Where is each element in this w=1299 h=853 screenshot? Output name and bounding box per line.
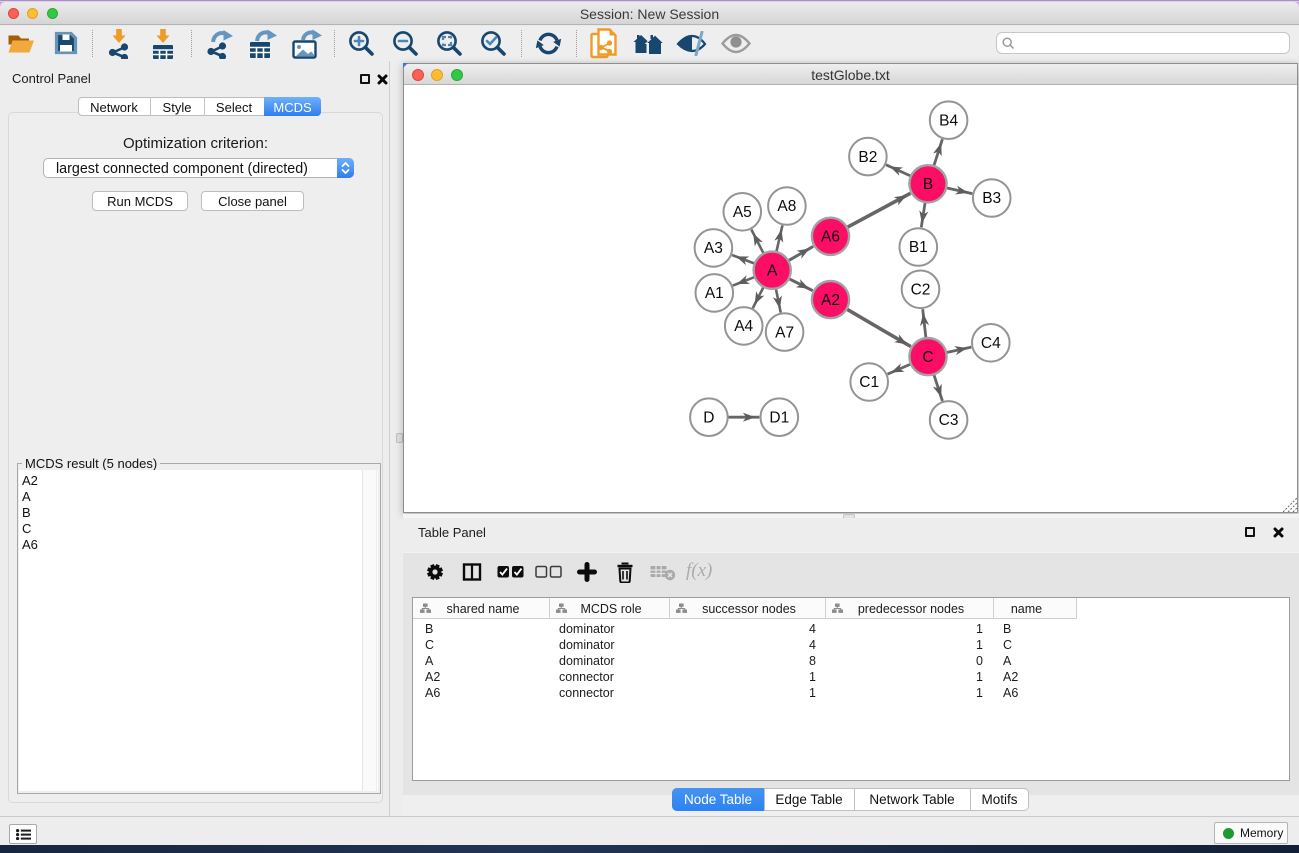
svg-text:C: C	[922, 349, 933, 366]
svg-text:A: A	[767, 262, 778, 279]
svg-text:C2: C2	[911, 282, 931, 299]
svg-text:A2: A2	[821, 292, 840, 309]
svg-text:A3: A3	[704, 240, 723, 257]
svg-text:A6: A6	[821, 229, 840, 246]
svg-text:C1: C1	[859, 374, 879, 391]
svg-text:A4: A4	[734, 318, 753, 335]
svg-text:B3: B3	[982, 190, 1001, 207]
svg-text:B: B	[923, 176, 933, 193]
svg-text:A1: A1	[705, 285, 724, 302]
svg-text:D: D	[703, 409, 714, 426]
svg-text:B2: B2	[858, 149, 877, 166]
svg-text:B1: B1	[909, 239, 928, 256]
svg-text:C4: C4	[981, 335, 1001, 352]
svg-text:D1: D1	[769, 409, 789, 426]
svg-text:A5: A5	[733, 204, 752, 221]
svg-text:B4: B4	[939, 112, 958, 129]
svg-text:A8: A8	[777, 198, 796, 215]
svg-text:A7: A7	[775, 324, 794, 341]
svg-text:C3: C3	[939, 412, 959, 429]
